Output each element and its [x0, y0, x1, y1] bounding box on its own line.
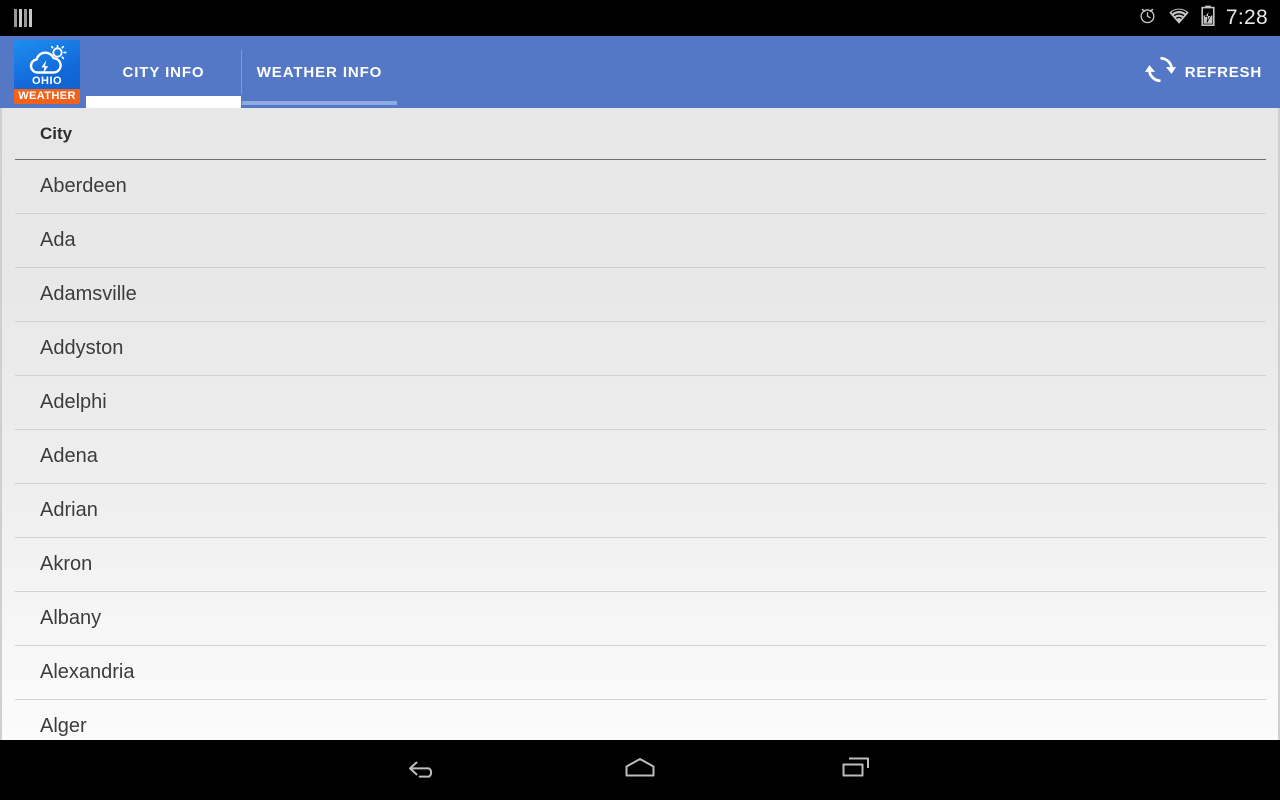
city-name: Albany: [40, 607, 102, 629]
status-bar-system-icons: 7:28: [1138, 5, 1280, 31]
tab-city-info[interactable]: CITY INFO: [86, 36, 241, 108]
ohio-weather-app-icon[interactable]: OHIO WEATHER: [14, 40, 80, 104]
table-row[interactable]: Adelphi: [15, 376, 1266, 430]
list-column-header: City: [15, 108, 1266, 160]
status-bar-notifications: [0, 9, 32, 27]
city-name: Adamsville: [40, 283, 137, 305]
recent-apps-icon: [839, 754, 873, 787]
action-bar: OHIO WEATHER CITY INFO WEATHER INFO REFR…: [0, 36, 1280, 108]
table-row[interactable]: Aberdeen: [15, 160, 1266, 214]
city-name: Ada: [40, 229, 76, 251]
city-name: Adelphi: [40, 391, 107, 413]
home-button[interactable]: [580, 740, 700, 800]
tab-bar: CITY INFO WEATHER INFO: [86, 36, 397, 108]
table-row[interactable]: Alger: [15, 700, 1266, 740]
tab-weather-info-indicator: [242, 101, 397, 105]
table-row[interactable]: Adamsville: [15, 268, 1266, 322]
app-icon-line1: OHIO: [31, 75, 63, 87]
city-name: Alger: [40, 715, 87, 737]
tab-weather-info[interactable]: WEATHER INFO: [242, 36, 397, 108]
refresh-button[interactable]: REFRESH: [1137, 36, 1270, 108]
city-list-panel[interactable]: City Aberdeen Ada Adamsville Addyston Adelph…: [0, 108, 1280, 740]
app-icon-line2: WEATHER: [14, 89, 80, 104]
battery-charging-icon: [1201, 5, 1215, 31]
table-row[interactable]: Addyston: [15, 322, 1266, 376]
refresh-icon: [1144, 54, 1176, 90]
back-button[interactable]: [364, 740, 484, 800]
status-bar-clock: 7:28: [1225, 6, 1268, 29]
table-row[interactable]: Adena: [15, 430, 1266, 484]
city-name: Akron: [40, 553, 93, 575]
tab-city-info-label: CITY INFO: [122, 63, 205, 81]
refresh-button-label: REFRESH: [1184, 63, 1262, 81]
city-name: Adena: [40, 445, 98, 467]
alarm-clock-icon: [1138, 6, 1157, 30]
city-name: Adrian: [40, 499, 98, 521]
android-screen: 7:28 OHIO WEATHER CITY INFO WEATHER INFO…: [0, 0, 1280, 800]
navigation-bar: [0, 740, 1280, 800]
city-name: Aberdeen: [40, 175, 127, 197]
city-name: Addyston: [40, 337, 124, 359]
cloud-lightning-sun-icon: [14, 40, 80, 76]
home-icon: [621, 754, 659, 787]
back-icon: [406, 754, 442, 787]
city-name: Alexandria: [40, 661, 135, 683]
tab-city-info-indicator: [86, 96, 241, 108]
notification-bars-icon: [14, 9, 32, 27]
table-row[interactable]: Albany: [15, 592, 1266, 646]
city-list[interactable]: Aberdeen Ada Adamsville Addyston Adelphi Aden…: [2, 160, 1278, 740]
table-row[interactable]: Akron: [15, 538, 1266, 592]
table-row[interactable]: Adrian: [15, 484, 1266, 538]
status-bar: 7:28: [0, 0, 1280, 36]
wifi-icon: [1168, 7, 1190, 30]
tab-weather-info-label: WEATHER INFO: [256, 63, 383, 81]
list-column-header-label: City: [40, 123, 73, 143]
table-row[interactable]: Alexandria: [15, 646, 1266, 700]
table-row[interactable]: Ada: [15, 214, 1266, 268]
recent-apps-button[interactable]: [796, 740, 916, 800]
